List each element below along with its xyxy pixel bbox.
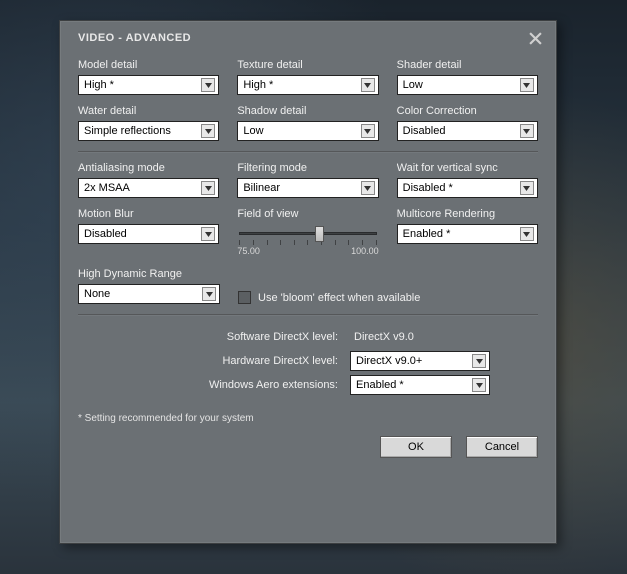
chevron-down-icon [520, 78, 534, 92]
divider [78, 314, 538, 315]
motion-blur-label: Motion Blur [78, 208, 219, 220]
filtering-mode-value: Bilinear [243, 182, 280, 194]
vsync-label: Wait for vertical sync [397, 162, 538, 174]
color-correction-value: Disabled [403, 125, 446, 137]
fov-min: 75.00 [237, 246, 260, 256]
color-correction-select[interactable]: Disabled [397, 121, 538, 141]
titlebar: VIDEO - ADVANCED [60, 21, 556, 55]
multicore-value: Enabled * [403, 228, 451, 240]
directx-block: Software DirectX level: DirectX v9.0 Har… [78, 325, 538, 397]
motion-blur-select[interactable]: Disabled [78, 224, 219, 244]
fov-label: Field of view [237, 208, 378, 220]
chevron-down-icon [520, 124, 534, 138]
software-directx-value: DirectX v9.0 [350, 331, 414, 343]
model-detail-select[interactable]: High * [78, 75, 219, 95]
vsync-value: Disabled * [403, 182, 453, 194]
hardware-directx-value: DirectX v9.0+ [356, 355, 422, 367]
aero-label: Windows Aero extensions: [78, 379, 338, 391]
ok-button[interactable]: OK [380, 436, 452, 458]
fov-slider[interactable]: 75.00 100.00 [237, 224, 378, 258]
fov-max: 100.00 [351, 246, 379, 256]
antialiasing-select[interactable]: 2x MSAA [78, 178, 219, 198]
hardware-directx-select[interactable]: DirectX v9.0+ [350, 351, 490, 371]
shadow-detail-label: Shadow detail [237, 105, 378, 117]
video-advanced-dialog: VIDEO - ADVANCED Model detail High * Tex… [59, 20, 557, 544]
water-detail-select[interactable]: Simple reflections [78, 121, 219, 141]
texture-detail-label: Texture detail [237, 59, 378, 71]
bloom-label: Use 'bloom' effect when available [258, 292, 420, 304]
color-correction-label: Color Correction [397, 105, 538, 117]
texture-detail-select[interactable]: High * [237, 75, 378, 95]
water-detail-value: Simple reflections [84, 125, 171, 137]
hardware-directx-label: Hardware DirectX level: [78, 355, 338, 367]
multicore-select[interactable]: Enabled * [397, 224, 538, 244]
chevron-down-icon [361, 124, 375, 138]
chevron-down-icon [201, 124, 215, 138]
shader-detail-value: Low [403, 79, 423, 91]
dialog-content: Model detail High * Texture detail High … [60, 55, 556, 468]
texture-detail-value: High * [243, 79, 273, 91]
chevron-down-icon [472, 378, 486, 392]
chevron-down-icon [361, 78, 375, 92]
slider-track [239, 232, 376, 235]
hdr-label: High Dynamic Range [78, 268, 220, 280]
model-detail-value: High * [84, 79, 114, 91]
chevron-down-icon [201, 181, 215, 195]
shadow-detail-value: Low [243, 125, 263, 137]
antialiasing-label: Antialiasing mode [78, 162, 219, 174]
chevron-down-icon [201, 78, 215, 92]
filtering-mode-select[interactable]: Bilinear [237, 178, 378, 198]
cancel-button[interactable]: Cancel [466, 436, 538, 458]
shadow-detail-select[interactable]: Low [237, 121, 378, 141]
multicore-label: Multicore Rendering [397, 208, 538, 220]
model-detail-label: Model detail [78, 59, 219, 71]
vsync-select[interactable]: Disabled * [397, 178, 538, 198]
water-detail-label: Water detail [78, 105, 219, 117]
window-title: VIDEO - ADVANCED [78, 32, 191, 44]
divider [78, 151, 538, 152]
recommended-footnote: * Setting recommended for your system [78, 413, 538, 424]
chevron-down-icon [520, 227, 534, 241]
antialiasing-value: 2x MSAA [84, 182, 130, 194]
chevron-down-icon [520, 181, 534, 195]
hdr-select[interactable]: None [78, 284, 220, 304]
hdr-value: None [84, 288, 110, 300]
chevron-down-icon [202, 287, 216, 301]
shader-detail-label: Shader detail [397, 59, 538, 71]
filtering-mode-label: Filtering mode [237, 162, 378, 174]
chevron-down-icon [201, 227, 215, 241]
close-icon[interactable] [526, 29, 544, 47]
aero-value: Enabled * [356, 379, 404, 391]
aero-select[interactable]: Enabled * [350, 375, 490, 395]
bloom-checkbox[interactable] [238, 291, 251, 304]
chevron-down-icon [472, 354, 486, 368]
chevron-down-icon [361, 181, 375, 195]
software-directx-label: Software DirectX level: [78, 331, 338, 343]
slider-thumb[interactable] [315, 226, 324, 242]
motion-blur-value: Disabled [84, 228, 127, 240]
shader-detail-select[interactable]: Low [397, 75, 538, 95]
